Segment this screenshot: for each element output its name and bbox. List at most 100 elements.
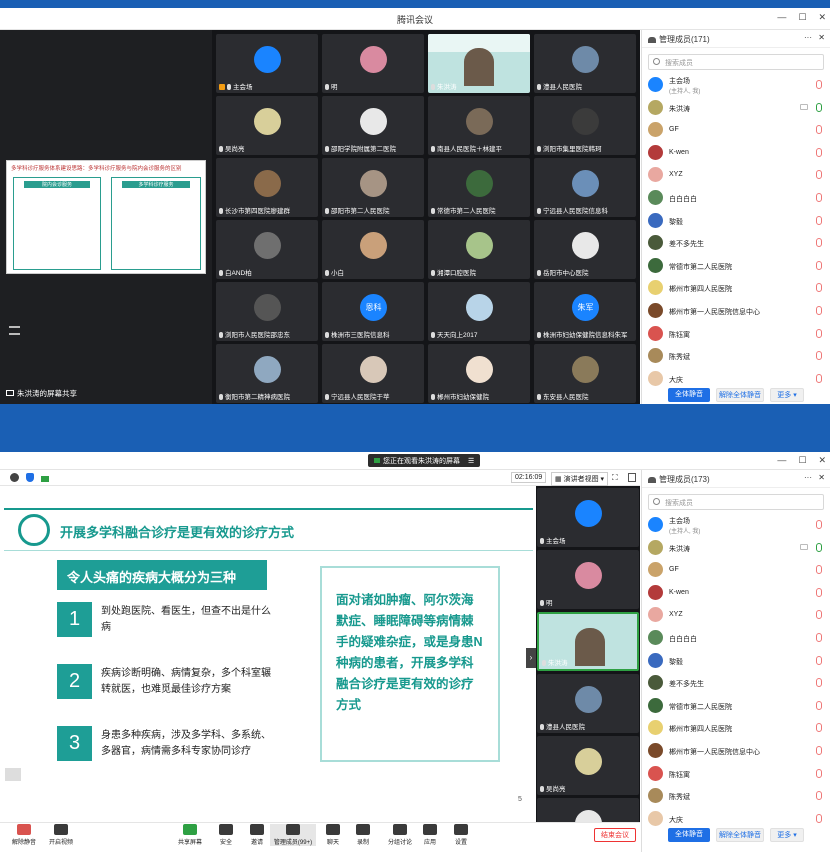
mic-muted-icon[interactable] <box>816 283 822 293</box>
start-video-button[interactable]: 开启视频 <box>43 824 79 846</box>
mic-muted-icon[interactable] <box>816 238 822 248</box>
mic-muted-icon[interactable] <box>816 813 822 823</box>
video-tile[interactable]: 郴州市妇幼保健院 <box>428 344 530 403</box>
close-panel-icon[interactable]: ✕ <box>818 33 825 42</box>
member-search-input-2[interactable]: 搜索成员 <box>648 494 824 510</box>
video-tile[interactable]: 天天向上2017 <box>428 282 530 341</box>
unmute-button[interactable]: 解除静音 <box>6 824 42 846</box>
member-row[interactable]: XYZ <box>642 604 830 627</box>
video-tile[interactable]: 小白 <box>322 220 424 279</box>
side-video-tile[interactable]: 朱洪涛 <box>537 612 639 671</box>
mic-muted-icon[interactable] <box>816 80 822 89</box>
member-row[interactable]: 陈秀斌 <box>642 345 830 368</box>
camera-icon[interactable] <box>800 543 808 550</box>
member-row[interactable]: 主会场 (主持人, 我) <box>642 514 830 537</box>
close-panel-icon-2[interactable]: ✕ <box>818 473 825 482</box>
member-row[interactable]: XYZ <box>642 164 830 187</box>
minimize-button-2[interactable]: — <box>777 455 786 466</box>
member-row[interactable]: K-wen <box>642 142 830 165</box>
video-tile[interactable]: 岳阳市中心医院 <box>534 220 636 279</box>
record-button[interactable]: 录制 <box>345 824 381 846</box>
mic-muted-icon[interactable] <box>816 700 822 710</box>
video-tile[interactable]: 东安县人民医院 <box>534 344 636 403</box>
video-tile[interactable]: 吴尚亮 <box>216 96 318 155</box>
video-tile[interactable]: 长沙市第四医院廖建群 <box>216 158 318 217</box>
mic-muted-icon[interactable] <box>816 373 822 383</box>
mic-on-icon[interactable] <box>816 542 822 552</box>
mic-muted-icon[interactable] <box>816 215 822 225</box>
more-button[interactable]: 更多 ▾ <box>770 388 804 402</box>
member-row[interactable]: GF <box>642 559 830 582</box>
mic-muted-icon[interactable] <box>816 260 822 270</box>
layout-icon[interactable] <box>628 473 636 482</box>
mute-all-button-2[interactable]: 全体静音 <box>668 828 710 842</box>
video-tile[interactable]: 浏阳市集里医院韩珂 <box>534 96 636 155</box>
minimize-button[interactable]: — <box>777 12 786 23</box>
mic-muted-icon[interactable] <box>816 170 822 180</box>
mic-muted-icon[interactable] <box>816 125 822 135</box>
member-row[interactable]: 陈秀斌 <box>642 785 830 808</box>
maximize-button[interactable]: ☐ <box>798 12 806 23</box>
video-tile[interactable]: 南县人民医院＋林建平 <box>428 96 530 155</box>
member-row[interactable]: 常德市第二人民医院 <box>642 255 830 278</box>
mic-muted-icon[interactable] <box>816 632 822 642</box>
member-row[interactable]: 郴州市第一人民医院信息中心 <box>642 740 830 763</box>
camera-icon[interactable] <box>800 103 808 110</box>
member-row[interactable]: 大庆 <box>642 808 830 831</box>
member-row[interactable]: 郴州市第一人民医院信息中心 <box>642 300 830 323</box>
menu-icon[interactable] <box>9 326 20 335</box>
video-tile[interactable]: 邵阳市第二人民医院 <box>322 158 424 217</box>
mic-muted-icon[interactable] <box>816 678 822 688</box>
member-row[interactable]: 陈钰寓 <box>642 323 830 346</box>
video-tile[interactable]: 衡阳市第二精神病医院 <box>216 344 318 403</box>
member-row[interactable]: 差不多先生 <box>642 672 830 695</box>
member-row[interactable]: 常德市第二人民医院 <box>642 695 830 718</box>
status-menu-icon[interactable]: ☰ <box>468 458 474 465</box>
mic-muted-icon[interactable] <box>816 768 822 778</box>
more-button-2[interactable]: 更多 ▾ <box>770 828 804 842</box>
collapse-arrow-icon[interactable]: › <box>526 648 536 668</box>
member-row[interactable]: 大庆 <box>642 368 830 391</box>
mic-muted-icon[interactable] <box>816 192 822 202</box>
close-button[interactable]: ✕ <box>818 12 826 23</box>
video-tile[interactable]: 宁远县人民医院信息科 <box>534 158 636 217</box>
mute-all-button[interactable]: 全体静音 <box>668 388 710 402</box>
video-tile[interactable]: 常德市第二人民医院 <box>428 158 530 217</box>
more-icon[interactable]: ··· <box>804 33 812 42</box>
mic-muted-icon[interactable] <box>816 610 822 620</box>
member-row[interactable]: 郴州市第四人民医院 <box>642 277 830 300</box>
end-meeting-button[interactable]: 结束会议 <box>594 828 636 842</box>
mic-muted-icon[interactable] <box>816 147 822 157</box>
mic-on-icon[interactable] <box>816 102 822 112</box>
slide-menu-icon[interactable] <box>5 768 21 781</box>
unmute-all-button[interactable]: 解除全体静音 <box>716 388 764 402</box>
mic-muted-icon[interactable] <box>816 351 822 361</box>
video-tile[interactable]: 邵阳学院附属第二医院 <box>322 96 424 155</box>
close-button-2[interactable]: ✕ <box>818 455 826 466</box>
member-row[interactable]: 朱洪涛 <box>642 97 830 120</box>
member-row[interactable]: K-wen <box>642 582 830 605</box>
shield-icon[interactable] <box>26 473 34 482</box>
mic-muted-icon[interactable] <box>816 745 822 755</box>
member-row[interactable]: 黎毅 <box>642 210 830 233</box>
member-row[interactable]: 黎毅 <box>642 650 830 673</box>
share-screen-button[interactable]: 共享屏幕 <box>172 824 208 846</box>
mic-muted-icon[interactable] <box>816 328 822 338</box>
member-row[interactable]: 郴州市第四人民医院 <box>642 717 830 740</box>
maximize-button-2[interactable]: ☐ <box>798 455 806 466</box>
view-mode-button[interactable]: ▦ 演讲者视图 ▾ <box>551 472 609 486</box>
member-row[interactable]: GF <box>642 119 830 142</box>
member-row[interactable]: 白白白白 <box>642 187 830 210</box>
member-row[interactable]: 陈钰寓 <box>642 763 830 786</box>
side-video-tile[interactable] <box>537 798 639 822</box>
mic-muted-icon[interactable] <box>816 565 822 575</box>
mic-muted-icon[interactable] <box>816 723 822 733</box>
side-video-tile[interactable]: 澧县人民医院 <box>537 674 639 733</box>
mic-muted-icon[interactable] <box>816 305 822 315</box>
video-tile[interactable]: 湘潭口腔医院 <box>428 220 530 279</box>
unmute-all-button-2[interactable]: 解除全体静音 <box>716 828 764 842</box>
video-tile[interactable]: 宁远县人民医院于苹 <box>322 344 424 403</box>
video-tile[interactable]: 浏阳市人民医院邵忠东 <box>216 282 318 341</box>
mic-muted-icon[interactable] <box>816 655 822 665</box>
mic-muted-icon[interactable] <box>816 520 822 529</box>
